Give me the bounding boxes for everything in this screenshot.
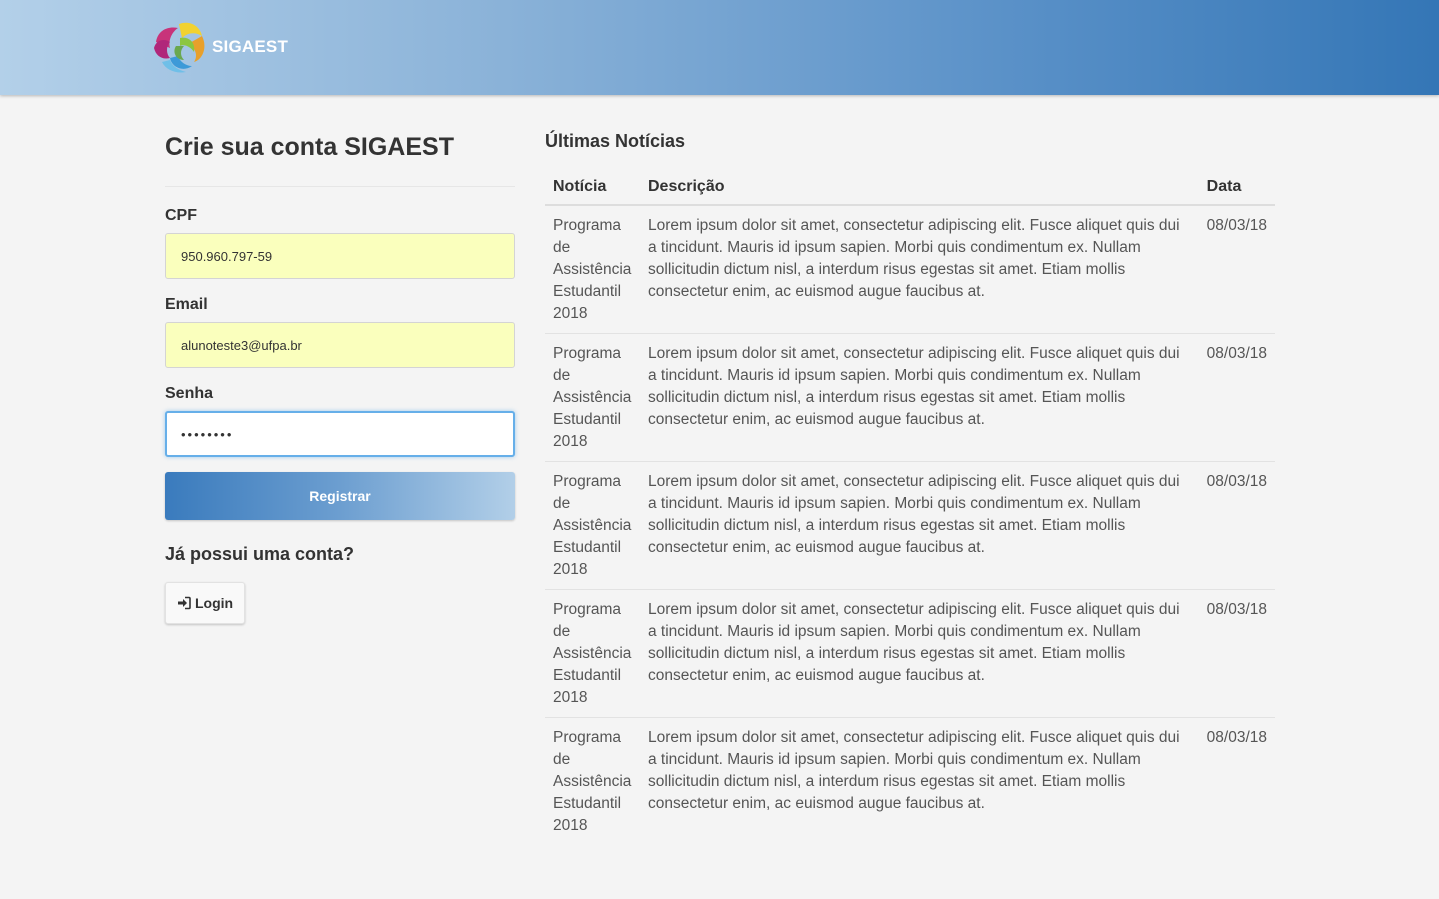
column-header-noticia: Notícia xyxy=(545,172,640,206)
cpf-label: CPF xyxy=(165,207,197,224)
news-section: Últimas Notícias Notícia Descrição Data … xyxy=(545,131,1275,845)
login-button[interactable]: Login xyxy=(165,582,246,624)
table-row[interactable]: Programa de Assistência Estudantil 2018 … xyxy=(545,205,1275,334)
news-noticia-cell: Programa de Assistência Estudantil 2018 xyxy=(545,333,640,462)
column-header-descricao: Descrição xyxy=(640,172,1199,206)
column-header-data: Data xyxy=(1198,172,1275,206)
news-data-cell: 08/03/18 xyxy=(1198,589,1275,718)
news-noticia-cell: Programa de Assistência Estudantil 2018 xyxy=(545,589,640,718)
news-table: Notícia Descrição Data Programa de Assis… xyxy=(545,172,1275,845)
table-row[interactable]: Programa de Assistência Estudantil 2018 … xyxy=(545,461,1275,590)
news-descricao-cell: Lorem ipsum dolor sit amet, consectetur … xyxy=(640,333,1199,462)
news-noticia-cell: Programa de Assistência Estudantil 2018 xyxy=(545,717,640,845)
news-noticia-cell: Programa de Assistência Estudantil 2018 xyxy=(553,217,632,322)
table-row[interactable]: Programa de Assistência Estudantil 2018 … xyxy=(545,333,1275,462)
news-data-cell: 08/03/18 xyxy=(1198,461,1275,590)
register-form: Crie sua conta SIGAEST CPF Email Senha R… xyxy=(165,128,515,624)
table-row[interactable]: Programa de Assistência Estudantil 2018 … xyxy=(545,589,1275,718)
register-button[interactable]: Registrar xyxy=(165,472,515,520)
sigaest-logo-icon xyxy=(154,22,205,73)
cpf-input[interactable] xyxy=(165,233,515,279)
email-input[interactable] xyxy=(165,322,515,368)
news-descricao-cell: Lorem ipsum dolor sit amet, consectetur … xyxy=(640,589,1199,718)
news-title: Últimas Notícias xyxy=(545,131,686,151)
top-header: SIGAEST xyxy=(0,0,1439,95)
table-row[interactable]: Programa de Assistência Estudantil 2018 … xyxy=(545,717,1275,845)
have-account-heading: Já possui uma conta? xyxy=(165,544,355,564)
divider xyxy=(165,186,515,187)
brand-name: SIGAEST xyxy=(212,37,289,56)
sign-in-icon xyxy=(178,596,191,610)
news-data-cell: 08/03/18 xyxy=(1198,333,1275,462)
news-header-row: Notícia Descrição Data xyxy=(545,172,1275,206)
form-title: Crie sua conta SIGAEST xyxy=(165,133,454,161)
login-button-label: Login xyxy=(195,595,234,611)
news-descricao-cell: Lorem ipsum dolor sit amet, consectetur … xyxy=(640,461,1199,590)
news-noticia-cell: Programa de Assistência Estudantil 2018 xyxy=(545,461,640,590)
news-data-cell: 08/03/18 xyxy=(1198,717,1275,845)
email-label: Email xyxy=(165,296,208,313)
news-descricao-cell: Lorem ipsum dolor sit amet, consectetur … xyxy=(640,717,1199,845)
brand[interactable]: SIGAEST xyxy=(150,18,288,76)
news-data-cell: 08/03/18 xyxy=(1206,217,1267,234)
news-descricao-cell: Lorem ipsum dolor sit amet, consectetur … xyxy=(648,217,1180,300)
password-input[interactable] xyxy=(165,411,515,457)
senha-label: Senha xyxy=(165,385,214,402)
